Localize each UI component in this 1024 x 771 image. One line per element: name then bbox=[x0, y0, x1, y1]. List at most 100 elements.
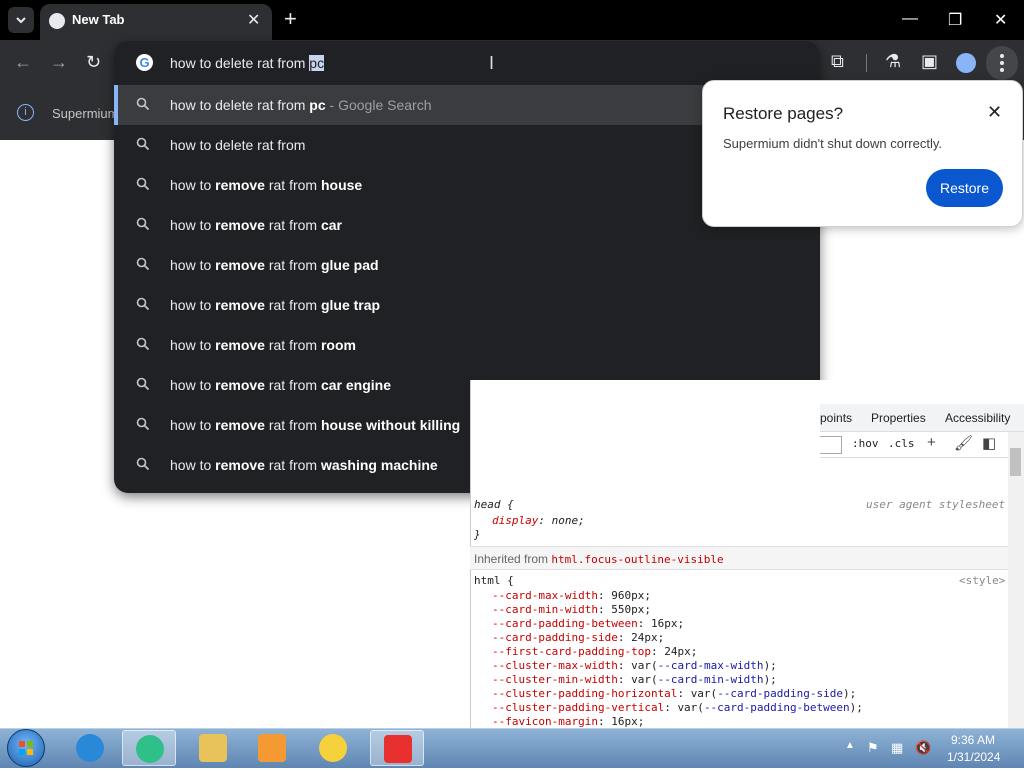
clock-time[interactable]: 9:36 AM bbox=[951, 733, 995, 747]
tab-search-button[interactable] bbox=[8, 7, 34, 33]
css-property-value: var( bbox=[631, 659, 658, 672]
css-declaration[interactable]: --cluster-max-width: var(--card-max-widt… bbox=[492, 659, 777, 672]
taskbar-media-player[interactable] bbox=[245, 730, 299, 766]
css-value-none: none; bbox=[551, 514, 585, 527]
css-declaration[interactable]: --card-padding-side: 24px; bbox=[492, 631, 664, 644]
scrollbar-thumb[interactable] bbox=[1010, 448, 1021, 476]
inherited-selector-link[interactable]: html.focus-outline-visible bbox=[551, 553, 723, 566]
taskbar-chat-app[interactable] bbox=[306, 730, 360, 766]
css-declaration[interactable]: --favicon-margin: 16px; bbox=[492, 715, 644, 728]
css-var-reference[interactable]: --card-padding-between bbox=[704, 701, 850, 714]
suggestion-text: how to remove rat from glue trap bbox=[170, 297, 380, 313]
css-property-name: --card-min-width bbox=[492, 603, 598, 616]
css-declaration[interactable]: --cluster-min-width: var(--card-min-widt… bbox=[492, 673, 777, 686]
clock-date[interactable]: 1/31/2024 bbox=[947, 750, 1000, 764]
html-rule-source[interactable]: <style> bbox=[959, 574, 1005, 587]
profile-avatar[interactable] bbox=[956, 53, 976, 73]
suggestion-middle: rat from bbox=[264, 337, 321, 353]
head-rule-close: } bbox=[474, 528, 481, 541]
add-rule-icon[interactable]: + bbox=[927, 434, 936, 451]
css-property-name: --card-padding-side bbox=[492, 631, 618, 644]
search-icon bbox=[136, 217, 150, 231]
omnibox-input[interactable]: how to delete rat from pc bbox=[170, 55, 325, 71]
show-hidden-icons-icon[interactable]: ▲ bbox=[845, 740, 855, 751]
suggestion-text: how to remove rat from house without kil… bbox=[170, 417, 460, 433]
taskbar-file-explorer[interactable] bbox=[186, 730, 240, 766]
css-property-value: 960px; bbox=[611, 589, 651, 602]
omnibox-typed-text: how to delete rat from bbox=[170, 55, 310, 71]
css-declaration[interactable]: --card-padding-between: 16px; bbox=[492, 617, 684, 630]
action-center-flag-icon[interactable]: ⚑ bbox=[867, 740, 879, 756]
suggestion-text: how to remove rat from washing machine bbox=[170, 457, 438, 473]
suggestion-bold-completion: room bbox=[320, 337, 356, 353]
bookmark-supermium[interactable]: Supermium bbox=[52, 106, 118, 121]
suggestion-bold-verb: remove bbox=[215, 217, 265, 233]
suggestion-bold-verb: remove bbox=[215, 337, 265, 353]
restore-window-button[interactable]: ❐ bbox=[948, 10, 962, 30]
minimize-button[interactable]: — bbox=[902, 10, 918, 28]
styles-filter-input[interactable] bbox=[820, 436, 842, 454]
new-tab-favicon-icon bbox=[49, 13, 65, 29]
css-declaration[interactable]: --cluster-padding-vertical: var(--card-p… bbox=[492, 701, 863, 714]
labs-flask-icon[interactable]: ⚗ bbox=[885, 51, 901, 72]
start-button[interactable] bbox=[7, 729, 45, 767]
ibeam-cursor-icon: I bbox=[489, 53, 495, 73]
css-value-tail: ); bbox=[843, 687, 857, 700]
suggestion-middle: rat from bbox=[264, 417, 321, 433]
reload-button[interactable]: ↻ bbox=[86, 52, 101, 73]
css-property-name: --favicon-margin bbox=[492, 715, 598, 728]
css-declaration[interactable]: --card-min-width: 550px; bbox=[492, 603, 651, 616]
suggestion-text: how to remove rat from room bbox=[170, 337, 356, 353]
back-button[interactable]: ← bbox=[14, 52, 32, 73]
forward-button[interactable]: → bbox=[50, 52, 68, 73]
search-icon bbox=[136, 417, 150, 431]
taskbar-anydesk[interactable] bbox=[370, 730, 424, 766]
new-tab-button[interactable]: + bbox=[284, 7, 297, 31]
close-icon[interactable]: ✕ bbox=[987, 102, 1002, 123]
close-window-button[interactable]: ✕ bbox=[994, 10, 1007, 30]
suggestion-middle: rat from bbox=[264, 177, 321, 193]
css-value-tail: ); bbox=[763, 659, 777, 672]
css-var-reference[interactable]: --card-min-width bbox=[658, 673, 764, 686]
css-declaration[interactable]: --first-card-padding-top: 24px; bbox=[492, 645, 697, 658]
paint-brush-icon[interactable]: 🖌 bbox=[954, 434, 973, 452]
menu-button[interactable] bbox=[986, 46, 1018, 80]
tab-accessibility[interactable]: Accessibility bbox=[945, 411, 1010, 425]
toggle-sidebar-icon[interactable]: ◧ bbox=[982, 434, 996, 452]
styles-scrollbar[interactable] bbox=[1008, 432, 1024, 728]
inherited-label: Inherited from html.focus-outline-visibl… bbox=[474, 552, 724, 566]
search-icon bbox=[136, 297, 150, 311]
css-declaration[interactable]: --cluster-padding-horizontal: var(--card… bbox=[492, 687, 856, 700]
search-icon bbox=[136, 177, 150, 191]
css-property-value: var( bbox=[677, 701, 704, 714]
css-declaration[interactable]: --card-max-width: 960px; bbox=[492, 589, 651, 602]
suggestion-prefix: how to bbox=[170, 337, 216, 353]
side-panel-icon[interactable]: ▣ bbox=[921, 51, 938, 72]
css-property-value: 16px; bbox=[650, 617, 685, 630]
tab-breakpoints[interactable]: points bbox=[820, 411, 852, 425]
extensions-icon[interactable]: ⧉ bbox=[831, 51, 844, 72]
suggestion-bold-verb: remove bbox=[215, 177, 265, 193]
suggestion-middle: rat from bbox=[264, 217, 321, 233]
css-var-reference[interactable]: --card-max-width bbox=[658, 659, 764, 672]
omnibox-suggestion[interactable]: how to remove rat from room bbox=[114, 325, 820, 365]
css-property-value: 24px; bbox=[631, 631, 665, 644]
hover-state-toggle[interactable]: :hov bbox=[852, 437, 879, 450]
tab-close-icon[interactable]: ✕ bbox=[247, 10, 260, 30]
css-property-value: 24px; bbox=[664, 645, 698, 658]
network-icon[interactable]: ▦ bbox=[891, 740, 903, 756]
volume-muted-icon[interactable]: 🔇 bbox=[915, 740, 931, 756]
google-g-icon: G bbox=[136, 54, 153, 71]
class-toggle[interactable]: .cls bbox=[888, 437, 915, 450]
taskbar-internet-explorer[interactable] bbox=[63, 730, 117, 766]
omnibox-suggestion[interactable]: how to remove rat from glue pad bbox=[114, 245, 820, 285]
html-rule-selector: html { bbox=[474, 574, 514, 587]
taskbar-supermium[interactable] bbox=[122, 730, 176, 766]
restore-button[interactable]: Restore bbox=[926, 169, 1003, 207]
omnibox-suggestion[interactable]: how to remove rat from glue trap bbox=[114, 285, 820, 325]
info-icon: i bbox=[17, 104, 34, 121]
css-property-value: 16px; bbox=[611, 715, 645, 728]
supermium-icon bbox=[136, 735, 164, 763]
tab-properties[interactable]: Properties bbox=[871, 411, 926, 425]
css-var-reference[interactable]: --card-padding-side bbox=[717, 687, 843, 700]
